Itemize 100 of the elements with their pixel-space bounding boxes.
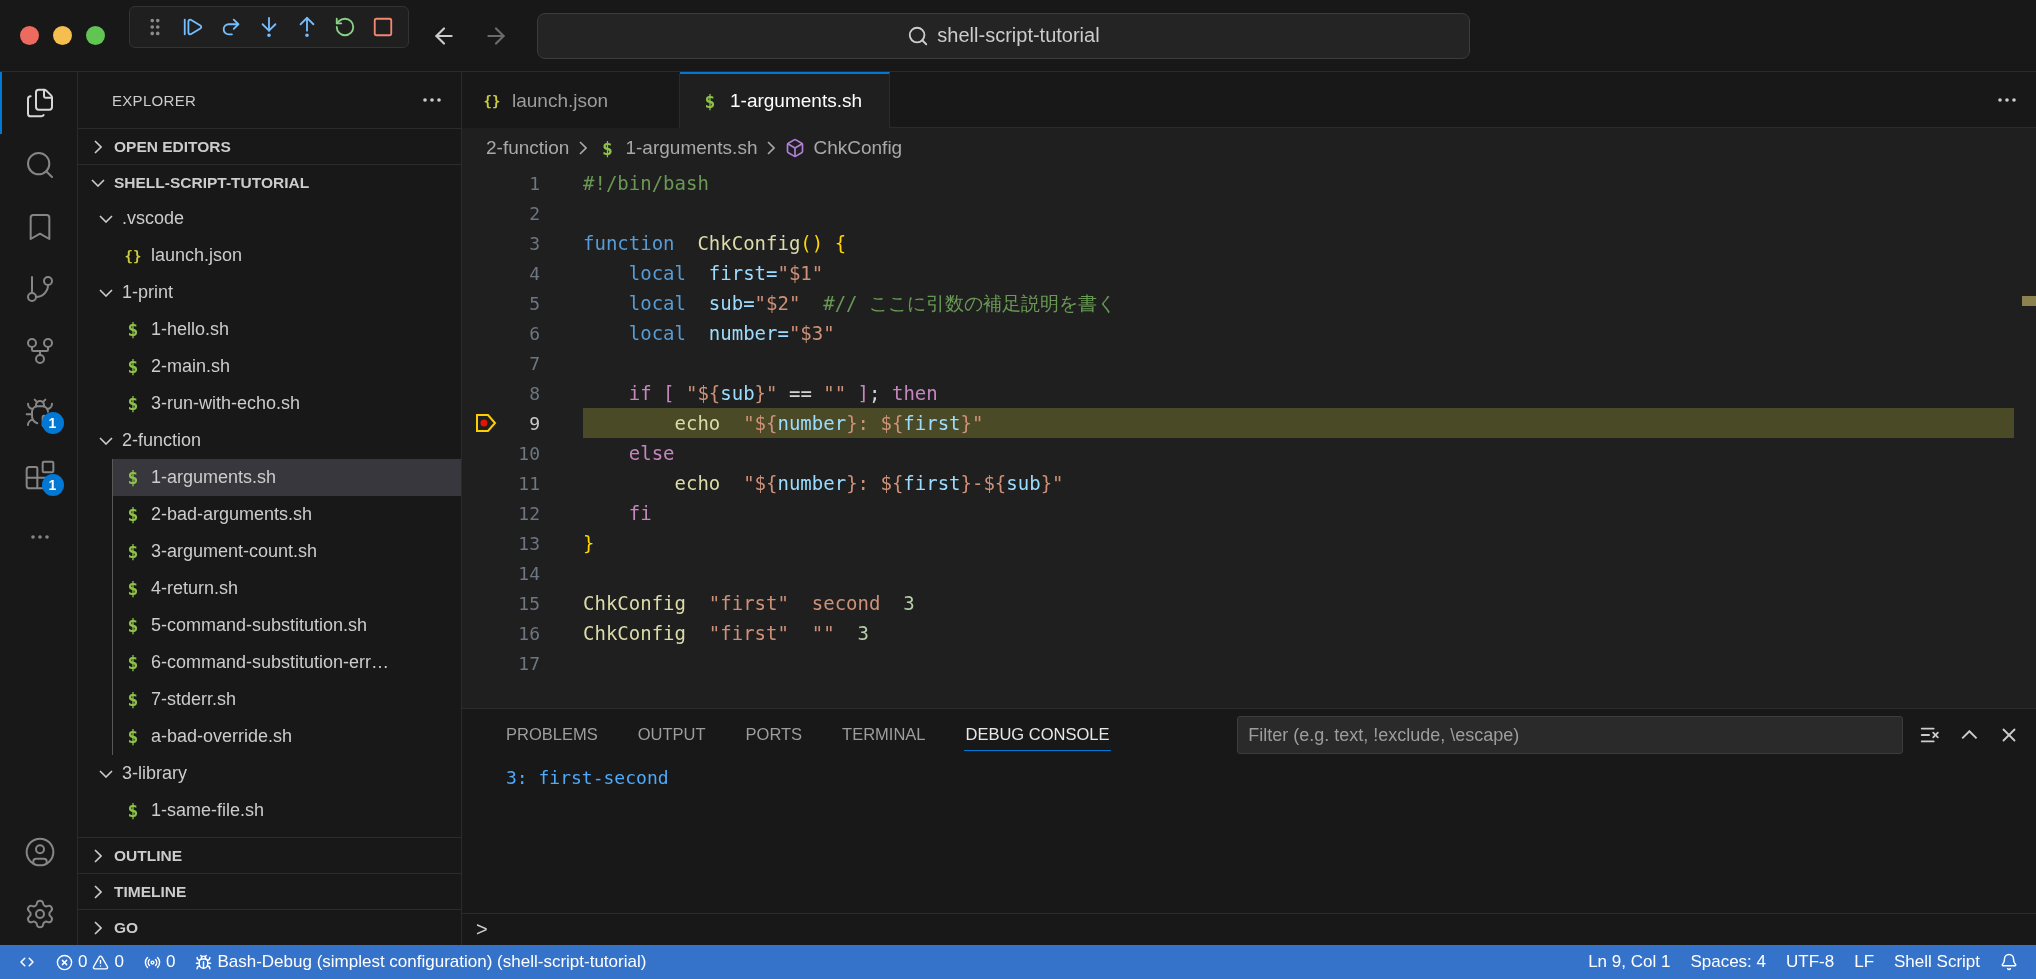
file-item[interactable]: $ 6-command-substitution-err… [113,644,461,681]
close-window-button[interactable] [20,26,39,45]
account-icon [23,836,56,868]
restart-icon[interactable] [334,16,356,38]
zoom-window-button[interactable] [86,26,105,45]
folder-item[interactable]: .vscode [78,200,461,237]
file-item[interactable]: $ a-bad-override.sh [113,718,461,755]
panel-tab[interactable]: OUTPUT [635,719,708,751]
status-item[interactable]: Shell Script [1884,952,1990,972]
code-line: local sub="$2" #// ここに引数の補足説明を書く [627,291,1117,316]
line-number: 17 [517,652,540,674]
cube-icon [785,138,806,158]
console-prompt: > [476,918,488,941]
dollar-icon: $ [700,90,720,112]
problems-status[interactable]: 0 0 [46,952,134,972]
filter-field[interactable]: Filter (e.g. text, !exclude, \escape) [1237,716,1904,754]
chevron-right-icon [94,920,102,935]
code-line: local first="$1" [627,261,825,286]
code-line: ChkConfig "first" "" 3 [583,621,870,646]
chevron-right-icon [579,141,588,155]
line-number: 13 [517,532,540,554]
braces-icon: {} [123,247,143,264]
chevron-right-icon [94,848,102,863]
line-number: 8 [528,382,540,404]
braces-icon: {} [482,93,502,109]
file-item[interactable]: $ 2-bad-arguments.sh [113,496,461,533]
ports-count: 0 [165,952,176,972]
code-line: #!/bin/bash [583,171,710,196]
folder-item[interactable]: 3-library [78,755,461,792]
file-item[interactable]: $ 1-hello.sh [113,311,461,348]
file-item[interactable]: $ 3-argument-count.sh [113,533,461,570]
dollar-icon: $ [123,615,143,636]
more-icon[interactable] [423,98,441,102]
stop-icon[interactable] [372,16,394,38]
chevron-right-icon [767,141,776,155]
dollar-icon: $ [123,356,143,377]
line-number: 2 [528,202,540,224]
count-badge: 1 [41,474,64,496]
file-item[interactable]: $ 5-command-substitution.sh [113,607,461,644]
ports-status[interactable]: 0 [133,952,186,972]
dollar-icon: $ [123,504,143,525]
activity-button[interactable]: 1 [0,382,78,444]
code-line: local number="$3" [627,321,836,346]
status-item[interactable]: Ln 9, Col 1 [1578,952,1681,972]
line-number: 11 [517,472,540,494]
command-center-search[interactable]: shell-script-tutorial [537,12,1470,59]
dollar-icon: $ [123,319,143,340]
line-number: 15 [517,592,540,614]
file-item[interactable]: {} launch.json [113,237,461,274]
section-header[interactable]: SHELL-SCRIPT-TUTORIAL [78,164,461,200]
panel-tab[interactable]: PORTS [743,719,805,751]
code-line: echo "${number}: ${first}-${sub}" [673,471,1065,496]
code-line: fi [627,501,653,526]
file-item[interactable]: $ 7-stderr.sh [113,681,461,718]
error-icon [56,953,73,971]
breadcrumb[interactable]: ChkConfig [781,137,907,159]
file-item[interactable]: $ 2-main.sh [113,348,461,385]
dollar-icon: $ [123,800,143,821]
sidebar-title: EXPLORER [112,91,197,109]
panel-tab[interactable]: TERMINAL [840,719,928,751]
folder-item[interactable]: 2-function [78,422,461,459]
chevron-down-icon [99,288,113,297]
section-header[interactable]: TIMELINE [78,873,461,909]
console-output: 3: first-second [505,766,670,788]
folder-item[interactable]: 1-print [78,274,461,311]
file-item[interactable]: $ 1-same-file.sh [113,792,461,829]
panel-tab[interactable]: PROBLEMS [504,719,600,751]
chevron-down-icon [99,769,113,778]
minimize-window-button[interactable] [53,26,72,45]
status-item[interactable]: UTF-8 [1776,952,1845,972]
chevron-down-icon [99,436,113,445]
status-item[interactable]: LF [1844,952,1884,972]
file-item[interactable]: $ 4-return.sh [113,570,461,607]
status-item[interactable]: Spaces: 4 [1680,952,1776,972]
step-over-icon[interactable] [220,16,242,38]
dollar-icon: $ [597,137,618,159]
chevron-down-icon [99,214,113,223]
breadcrumb[interactable]: $ 1-arguments.sh [593,137,762,159]
breadcrumb[interactable]: 2-function [482,137,574,159]
dollar-icon: $ [123,467,143,488]
error-count: 0 [78,952,88,972]
chevron-up-icon [1961,730,1978,740]
continue-icon[interactable] [182,16,204,38]
line-number: 9 [528,412,540,434]
code-line: } [583,531,596,556]
section-header[interactable]: OUTLINE [78,837,461,873]
dollar-icon: $ [123,689,143,710]
line-number: 14 [517,562,540,584]
file-item[interactable]: $ 3-run-with-echo.sh [113,385,461,422]
line-number: 3 [528,232,540,254]
editor-tab[interactable]: $ 1-arguments.sh [680,72,890,128]
bug-icon [195,953,213,971]
more-icon [1998,97,2016,102]
code-line: ChkConfig "first" second 3 [583,591,916,616]
file-item[interactable]: $ 1-arguments.sh [113,459,461,496]
activity-button[interactable]: 1 [0,444,78,506]
editor-tab[interactable]: {} launch.json [462,72,680,128]
panel-tab[interactable]: DEBUG CONSOLE [963,719,1112,751]
section-header[interactable]: OPEN EDITORS [78,128,461,164]
overview-ruler-mark [2022,296,2036,306]
